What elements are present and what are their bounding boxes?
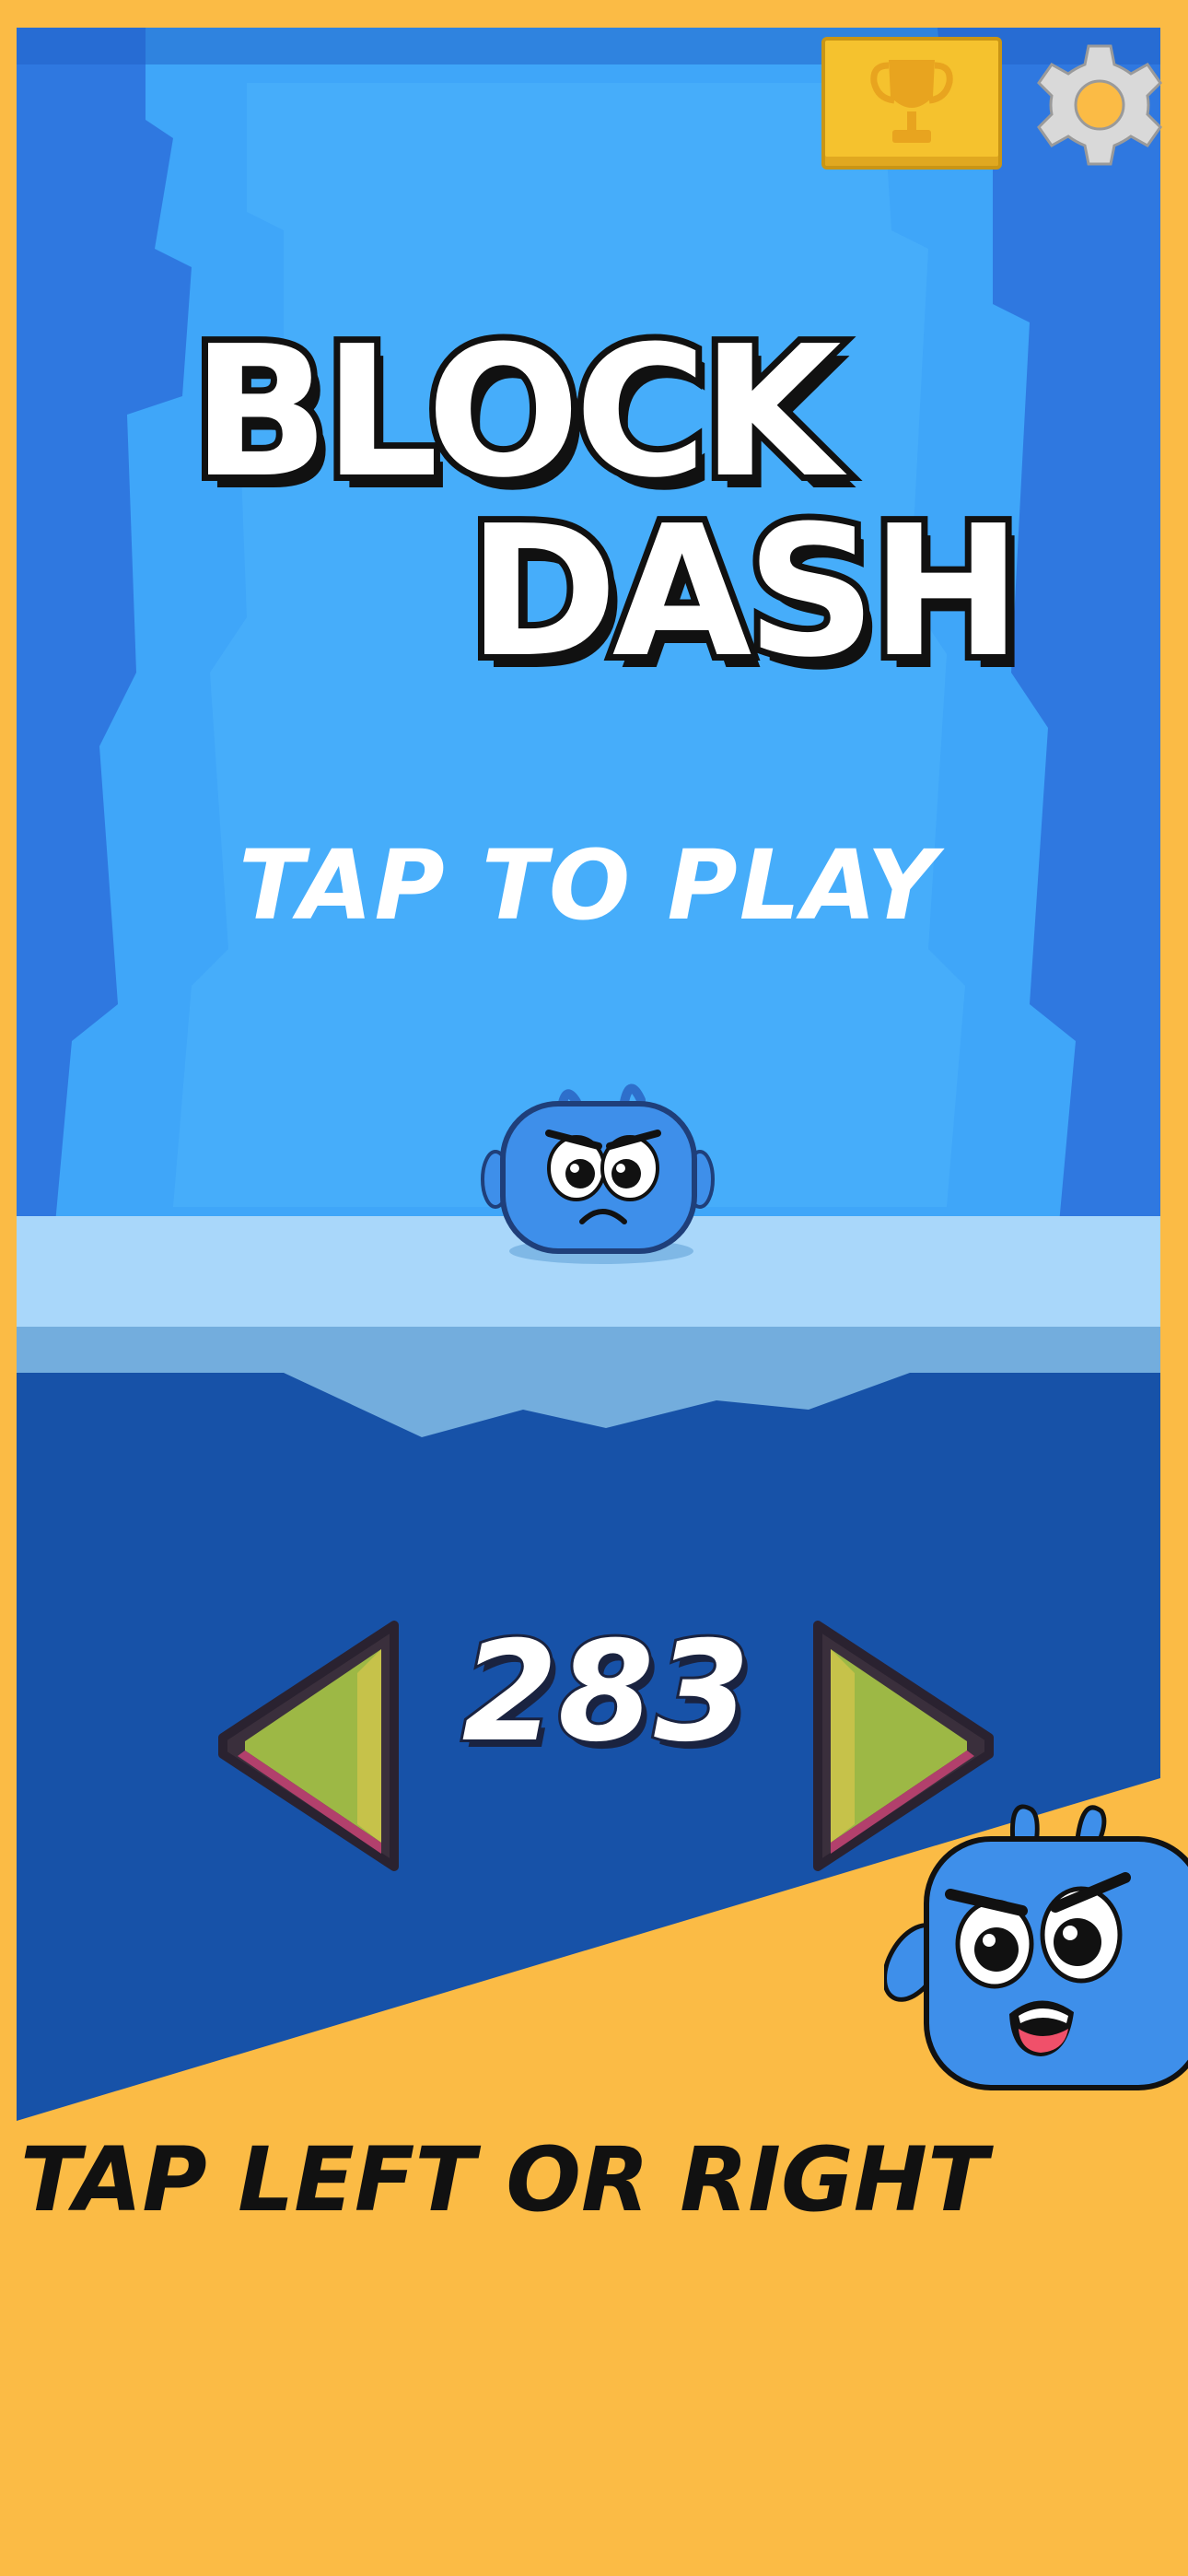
gear-icon bbox=[1037, 44, 1162, 166]
leaderboard-button[interactable] bbox=[821, 37, 1002, 170]
mascot-character bbox=[884, 1804, 1188, 2090]
title-line-dash: DASH bbox=[461, 487, 1029, 697]
trophy-icon bbox=[870, 60, 953, 143]
title-line-block: BLOCK bbox=[185, 308, 848, 518]
settings-button[interactable] bbox=[1035, 41, 1164, 170]
score-counter: 283 bbox=[459, 1610, 752, 1775]
left-arrow-icon bbox=[218, 1621, 399, 1871]
left-arrow-button[interactable] bbox=[210, 1612, 413, 1883]
tap-to-play-prompt[interactable]: TAP TO PLAY bbox=[17, 829, 1160, 942]
game-title: BLOCK DASH bbox=[136, 304, 1057, 728]
app-frame: BLOCK DASH TAP TO PLAY 283 TAP LEFT OR R… bbox=[0, 0, 1188, 2576]
instruction-caption: TAP LEFT OR RIGHT bbox=[20, 2128, 988, 2231]
